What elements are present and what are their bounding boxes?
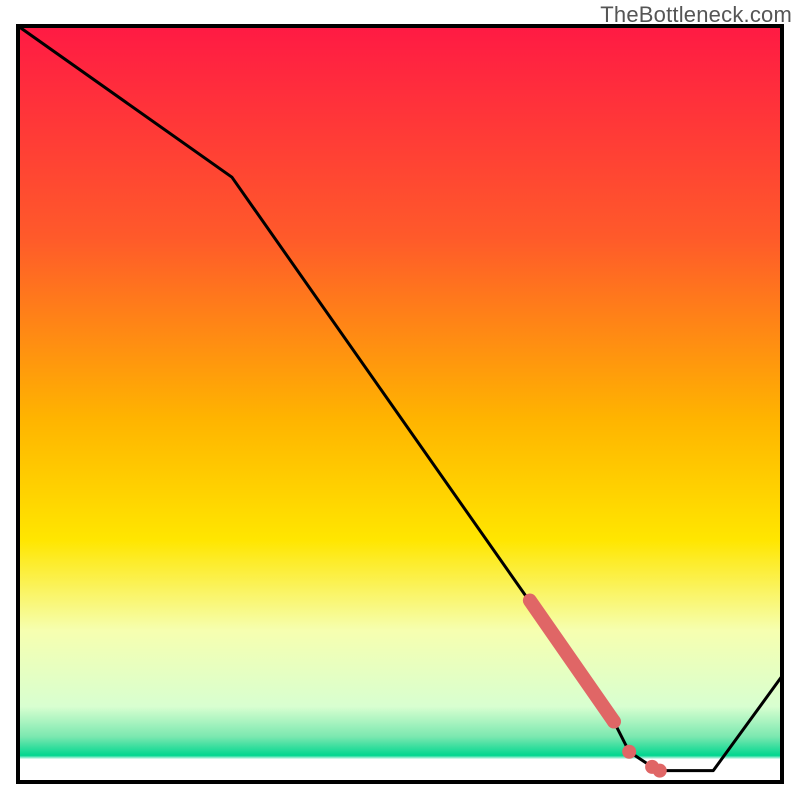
- bottleneck-chart: [0, 0, 800, 800]
- highlight-point-0: [607, 715, 621, 729]
- highlight-point-1: [622, 745, 636, 759]
- watermark-text: TheBottleneck.com: [600, 2, 792, 28]
- highlight-point-3: [653, 764, 667, 778]
- gradient-background: [18, 26, 782, 782]
